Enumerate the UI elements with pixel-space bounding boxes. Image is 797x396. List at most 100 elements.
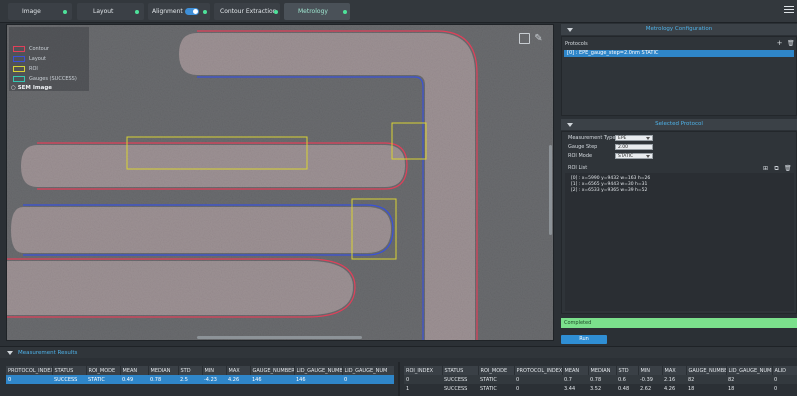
column-header[interactable]: MEDIAN	[148, 366, 179, 375]
duplicate-roi-icon[interactable]: ⧉	[773, 165, 780, 172]
add-protocol-icon[interactable]: +	[776, 40, 783, 47]
column-header[interactable]: GAUGE_NUMBER	[686, 366, 727, 375]
add-roi-icon[interactable]: ⊞	[762, 165, 769, 172]
tab-contour-extraction[interactable]: Contour Extraction	[214, 3, 280, 20]
table-splitter[interactable]	[398, 362, 400, 396]
status-dot-icon	[203, 10, 207, 14]
table-cell: 0.49	[120, 375, 148, 384]
status-dot-icon	[274, 10, 278, 14]
table-row[interactable]: 1 SUCCESS STATIC 0 3.44 3.52 0.48 2.62 4.26 18 18 0	[404, 384, 797, 393]
table-cell: 0	[404, 375, 442, 384]
roi-mode-select[interactable]: STATIC	[615, 153, 653, 159]
tab-label: Alignment	[152, 8, 183, 15]
measurement-results-header[interactable]: Measurement Results	[0, 346, 797, 358]
column-header[interactable]: MEDIAN	[588, 366, 617, 375]
edit-pencil-icon[interactable]: ✎	[533, 33, 544, 44]
table-cell: 2.62	[640, 385, 652, 392]
viewer-toolbar: ✎	[519, 33, 547, 45]
table-row[interactable]: 0 SUCCESS STATIC 0 0.7 0.78 0.6 -0.39 2.16 82 82 0	[404, 375, 797, 384]
collapse-caret-icon[interactable]	[567, 28, 573, 32]
column-header[interactable]: LID_GAUGE_NUMB	[726, 366, 773, 375]
roi-list-item[interactable]: [0] : x=5990 y=9432 w=163 h=26	[571, 176, 650, 182]
metrology-configuration-header: Metrology Configuration	[561, 24, 797, 35]
selected-protocol-body: Measurement Type EPE Gauge Step 2.00 ROI…	[561, 131, 797, 314]
gauges-swatch-icon	[13, 76, 25, 82]
sem-image-layer-label[interactable]: ○ SEM Image	[11, 85, 52, 91]
tab-layout[interactable]: Layout	[77, 3, 144, 20]
table-cell: 4.26	[226, 375, 250, 384]
gauge-step-label: Gauge Step	[568, 144, 598, 150]
protocol-list-item[interactable]: [0] : EPE_gauge_step=2.0nm STATIC	[564, 50, 794, 57]
table-cell: STATIC	[86, 375, 120, 384]
table-cell: 0	[6, 375, 52, 384]
column-header[interactable]: MAX	[662, 366, 687, 375]
column-header[interactable]: ROI_INDEX	[404, 366, 443, 375]
section-title: Selected Protocol	[655, 121, 703, 127]
roi-item-label: [1] : x=6565 y=9443 w=30 h=31	[571, 182, 648, 187]
column-header[interactable]: ROI_MODE	[86, 366, 121, 375]
table-header-row: ROI_INDEX STATUS ROI_MODE PROTOCOL_INDEX MEA…	[404, 366, 797, 375]
fit-view-icon[interactable]	[519, 33, 530, 44]
status-dot-icon	[343, 10, 347, 14]
column-header[interactable]: STATUS	[442, 366, 479, 375]
tab-image[interactable]: Image	[8, 3, 72, 20]
gauge-step-input[interactable]: 2.00	[615, 144, 653, 150]
column-header[interactable]: GAUGE_NUMBER	[250, 366, 295, 375]
table-cell: 2.5	[178, 375, 202, 384]
column-header[interactable]: ROI_MODE	[478, 366, 515, 375]
alignment-toggle[interactable]	[185, 8, 199, 15]
right-panel: Metrology Configuration Protocols + 🗑 [0…	[561, 24, 797, 344]
tab-alignment[interactable]: Alignment	[148, 3, 210, 20]
run-button[interactable]: Run	[561, 335, 607, 344]
delete-roi-icon[interactable]: 🗑	[784, 165, 792, 172]
legend-label: Gauges (SUCCESS)	[29, 76, 77, 82]
table-cell: 3.44	[564, 385, 576, 392]
sem-image-viewer[interactable]: Contour Layout ROI Gauges (SUCCESS) ○ SE…	[6, 24, 554, 341]
column-header[interactable]: STD	[178, 366, 203, 375]
table-header-row: PROTOCOL_INDEX STATUS ROI_MODE MEAN MEDIAN ST…	[6, 366, 395, 375]
collapse-caret-icon[interactable]	[567, 123, 573, 127]
protocol-results-table: PROTOCOL_INDEX STATUS ROI_MODE MEAN MEDIAN ST…	[6, 366, 395, 384]
column-header[interactable]: STATUS	[52, 366, 87, 375]
table-cell: 0.48	[618, 385, 630, 392]
column-header[interactable]: MEAN	[562, 366, 589, 375]
collapse-caret-icon[interactable]	[7, 351, 13, 355]
column-header[interactable]: ALID	[772, 366, 797, 375]
column-header[interactable]: MIN	[202, 366, 227, 375]
roi-item-label: [2] : x=6533 y=9365 w=39 h=52	[571, 188, 648, 193]
table-cell: SUCCESS	[442, 375, 478, 384]
column-header[interactable]: STD	[616, 366, 639, 375]
tab-label: Contour Extraction	[220, 8, 277, 15]
delete-protocol-icon[interactable]: 🗑	[787, 40, 795, 47]
measurement-type-select[interactable]: EPE	[615, 135, 653, 141]
horizontal-scrollbar[interactable]	[197, 336, 362, 339]
metrology-configuration-body: Protocols + 🗑 [0] : EPE_gauge_step=2.0nm…	[561, 36, 797, 116]
legend-label: Contour	[29, 46, 49, 52]
column-header[interactable]: PROTOCOL_INDEX	[6, 366, 53, 375]
roi-list: [0] : x=5990 y=9432 w=163 h=26 [1] : x=6…	[565, 173, 794, 311]
table-cell: -4.23	[202, 375, 226, 384]
vertical-scrollbar[interactable]	[549, 145, 552, 235]
table-row[interactable]: 0 SUCCESS STATIC 0.49 0.78 2.5 -4.23 4.26 146 146…	[6, 375, 394, 384]
table-cell: 0	[772, 375, 797, 384]
column-header[interactable]: MIN	[638, 366, 663, 375]
table-cell: 3.52	[590, 385, 602, 392]
table-cell: STATIC	[480, 385, 497, 392]
table-cell: 0.78	[588, 375, 616, 384]
table-cell: 82	[726, 375, 772, 384]
hamburger-menu-icon[interactable]	[784, 6, 794, 15]
roi-list-item[interactable]: [1] : x=6565 y=9443 w=30 h=31	[571, 182, 647, 188]
column-header[interactable]: PROTOCOL_INDEX	[514, 366, 563, 375]
roi-list-item[interactable]: [2] : x=6533 y=9365 w=39 h=52	[571, 188, 647, 194]
input-value: 2.00	[618, 145, 629, 150]
column-header[interactable]: LID_GAUGE_NUM	[342, 366, 395, 375]
column-header[interactable]: LID_GAUGE_NUMB	[294, 366, 343, 375]
contour-swatch-icon	[13, 46, 25, 52]
tab-metrology[interactable]: Metrology	[284, 3, 350, 20]
tab-label: Metrology	[298, 8, 328, 15]
table-cell: 82	[686, 375, 726, 384]
column-header[interactable]: MAX	[226, 366, 251, 375]
column-header[interactable]: MEAN	[120, 366, 149, 375]
sem-image-label: SEM Image	[17, 85, 52, 91]
legend-label: ROI	[29, 66, 38, 72]
